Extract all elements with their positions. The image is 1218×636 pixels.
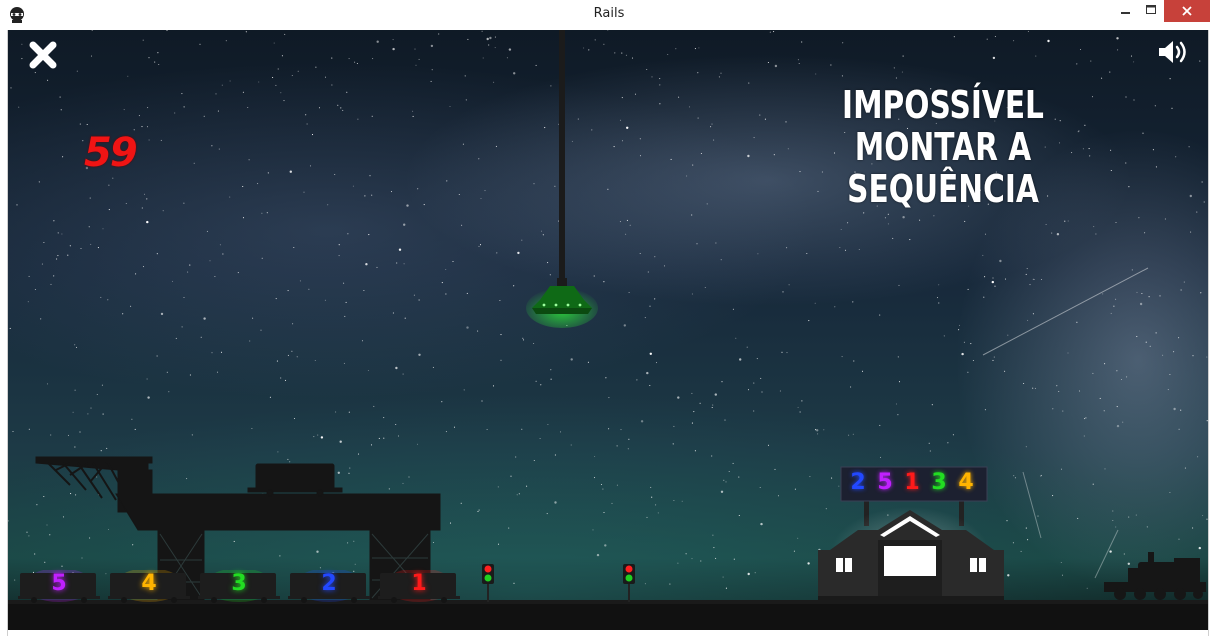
status-message-line1: IMPOSSÍVEL [842,83,1044,127]
speaker-on-icon[interactable] [1156,38,1190,66]
minimize-button[interactable] [1112,0,1138,22]
countdown-timer: 59 [84,130,138,176]
maximize-button[interactable] [1138,0,1164,22]
status-message: IMPOSSÍVEL MONTAR A SEQUÊNCIA [791,84,1095,210]
window-title: Rails [593,6,625,21]
game-canvas[interactable]: 54321 2 5 1 3 4 59 IMPOSSÍVEL MONTAR A S… [8,30,1208,630]
x-icon[interactable] [28,40,58,70]
window-frame-right [1208,30,1218,636]
window-close-button[interactable] [1164,0,1210,22]
window-titlebar: Rails [0,0,1218,31]
close-icon [1182,6,1192,16]
ground-bar [8,604,1208,630]
minimize-icon [1121,12,1130,14]
window-frame-left [0,30,8,636]
maximize-icon [1146,5,1156,14]
status-message-line2: MONTAR A SEQUÊNCIA [847,125,1039,211]
